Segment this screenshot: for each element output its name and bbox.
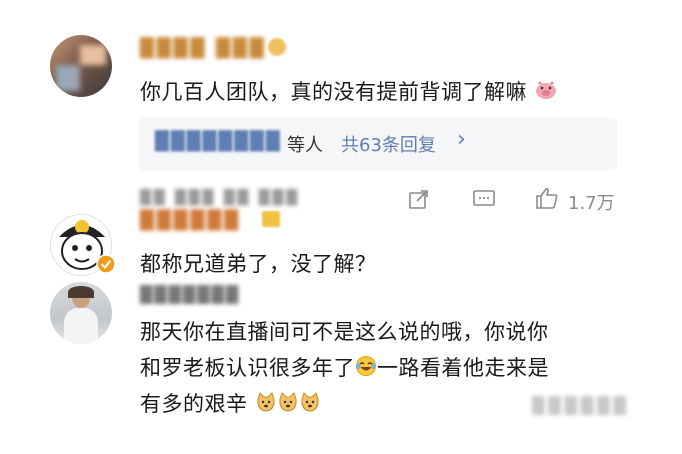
author-name[interactable]: ████ ███ [140,38,267,59]
laughing-crying-emoji-icon [356,356,376,376]
like-count: 1.7万 [568,193,615,214]
chevron-right-icon[interactable]: › [457,127,466,152]
doge-emoji-icon [279,392,297,412]
comment-text-line: 和罗老板认识很多年了 一路看着他走来是 [140,352,549,382]
comment-text-line: 那天你在直播间可不是这么说的哦，你说你 [140,320,549,344]
reply-summary-box[interactable]: ████████ 等人 共63条回复 › [139,118,617,170]
pig-emoji-icon [536,81,557,99]
comment-text-segment: 和罗老板认识很多年了 [140,356,355,380]
verified-badge-icon [96,254,116,274]
avatar[interactable] [50,35,112,97]
reply-count-link[interactable]: 共63条回复 [341,131,436,157]
watermark: ██████ [532,396,630,415]
comment-text-segment: 有多的艰辛 [140,392,248,416]
badge-icon [268,38,286,56]
doge-emoji-icon [301,392,319,412]
thumbs-up-icon[interactable] [534,186,560,210]
comment-text: 都称兄道弟了，没了解？ [140,252,377,276]
comment-meta: ██ ███ ██ ███ [140,190,301,206]
comment-text-body: 你几百人团队，真的没有提前背调了解嘛 [140,80,527,104]
doge-emoji-icon [257,392,275,412]
comment-text-segment: 一路看着他走来是 [377,356,549,380]
reply-suffix: 等人 [287,135,323,156]
comment-icon[interactable] [472,189,496,209]
avatar[interactable] [50,282,112,344]
author-name[interactable]: ███████ [140,285,240,304]
crown-icon [262,211,280,227]
comment-text-line: 有多的艰辛 [140,388,321,418]
reply-author-names[interactable]: ████████ [155,131,282,152]
author-name[interactable]: ██████ [140,210,241,231]
share-icon[interactable] [408,188,430,210]
comment-text: 你几百人团队，真的没有提前背调了解嘛 [140,76,558,106]
